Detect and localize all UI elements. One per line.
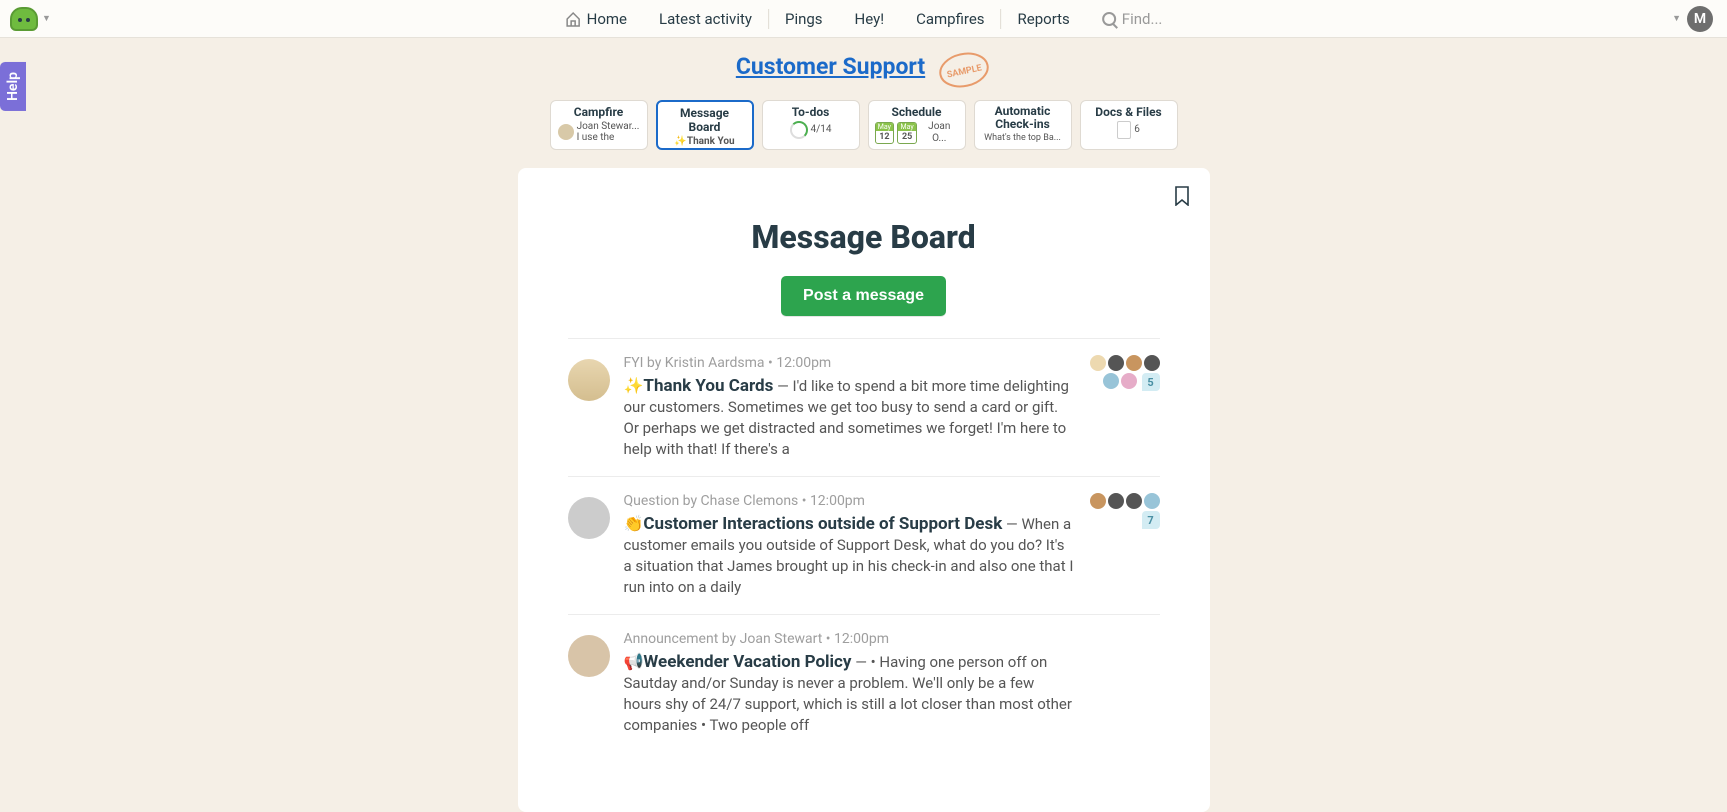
toolcard-docs-files[interactable]: Docs & Files 6 [1080, 100, 1178, 150]
top-navbar: ▼ Home Latest activity Pings Hey! Campfi… [0, 0, 1727, 38]
message-participants [1088, 631, 1160, 736]
message-meta: FYI by Kristin Aardsma • 12:00pm [624, 355, 1074, 371]
participant-avatar [1144, 355, 1160, 371]
main-content-card: Message Board Post a message FYI by Kris… [518, 168, 1210, 812]
participant-avatar [1144, 493, 1160, 509]
message-title: Weekender Vacation Policy [643, 652, 851, 672]
bookmark-button[interactable] [1174, 186, 1190, 206]
participant-avatar [1090, 493, 1106, 509]
toolcard-title: Message Board [664, 106, 746, 134]
participant-avatar [1090, 355, 1106, 371]
avatar-icon [558, 124, 574, 140]
participant-avatar [1108, 493, 1124, 509]
nav-home-label: Home [587, 10, 627, 28]
home-icon [565, 11, 581, 27]
page-title: Message Board [518, 218, 1210, 256]
project-header: Customer Support SAMPLE [0, 38, 1727, 90]
project-title-link[interactable]: Customer Support [736, 53, 925, 80]
nav-find[interactable]: Find... [1086, 0, 1179, 37]
participant-avatar [1108, 355, 1124, 371]
reply-count-badge: 5 [1142, 373, 1160, 391]
nav-home[interactable]: Home [549, 0, 643, 37]
app-logo[interactable]: ▼ [10, 7, 51, 31]
message-emoji: 👏 [624, 514, 644, 533]
reply-count-badge: 7 [1142, 511, 1160, 529]
chevron-down-icon: ▼ [1672, 13, 1681, 24]
author-avatar [568, 359, 610, 401]
document-icon [1117, 121, 1131, 139]
message-item[interactable]: Question by Chase Clemons • 12:00pm 👏Cus… [568, 476, 1160, 614]
nav-campfires[interactable]: Campfires [900, 0, 1000, 37]
author-avatar [568, 497, 610, 539]
current-user-avatar[interactable]: M [1687, 6, 1713, 32]
toolcard-schedule[interactable]: Schedule May12 May25 Joan O... [868, 100, 966, 150]
progress-ring-icon [790, 121, 808, 139]
toolcard-title: Docs & Files [1087, 105, 1171, 119]
toolcard-todos[interactable]: To-dos 4/14 [762, 100, 860, 150]
post-message-button[interactable]: Post a message [781, 276, 946, 316]
toolcard-title: To-dos [769, 105, 853, 119]
participant-avatar [1103, 373, 1119, 389]
toolcard-title: Schedule [875, 105, 959, 119]
message-item[interactable]: Announcement by Joan Stewart • 12:00pm 📢… [568, 614, 1160, 752]
participant-avatar [1126, 493, 1142, 509]
tool-cards-row: Campfire Joan Stewar... I use the Messag… [0, 100, 1727, 150]
toolcard-checkins[interactable]: Automatic Check-ins What's the top Ba... [974, 100, 1072, 150]
svg-text:SAMPLE: SAMPLE [946, 63, 983, 80]
message-title: Thank You Cards [643, 376, 773, 396]
nav-reports[interactable]: Reports [1002, 0, 1086, 37]
bookmark-icon [1174, 186, 1190, 206]
message-meta: Question by Chase Clemons • 12:00pm [624, 493, 1074, 509]
message-emoji: 📢 [624, 652, 644, 671]
search-icon [1102, 12, 1116, 26]
participant-avatar [1126, 355, 1142, 371]
message-participants: 7 [1088, 493, 1160, 598]
calendar-icon: May12 [875, 122, 895, 144]
sample-stamp-icon: SAMPLE [937, 50, 991, 90]
message-title: Customer Interactions outside of Support… [643, 514, 1002, 534]
participant-avatar [1121, 373, 1137, 389]
messages-list: FYI by Kristin Aardsma • 12:00pm ✨Thank … [568, 338, 1160, 752]
nav-latest-activity[interactable]: Latest activity [643, 0, 768, 37]
message-emoji: ✨ [624, 376, 644, 395]
message-meta: Announcement by Joan Stewart • 12:00pm [624, 631, 1074, 647]
toolcard-title: Campfire [557, 105, 641, 119]
basecamp-logo-icon [10, 7, 38, 31]
message-participants: 5 [1088, 355, 1160, 460]
chevron-down-icon: ▼ [42, 13, 51, 24]
author-avatar [568, 635, 610, 677]
nav-center: Home Latest activity Pings Hey! Campfire… [549, 0, 1179, 37]
message-item[interactable]: FYI by Kristin Aardsma • 12:00pm ✨Thank … [568, 338, 1160, 476]
toolcard-campfire[interactable]: Campfire Joan Stewar... I use the [550, 100, 648, 150]
topbar-right: ▼ M [1672, 6, 1713, 32]
toolcard-message-board[interactable]: Message Board ✨Thank You Cards — I'd [656, 100, 754, 150]
nav-pings[interactable]: Pings [769, 0, 839, 37]
nav-hey[interactable]: Hey! [839, 0, 901, 37]
toolcard-title: Automatic Check-ins [981, 105, 1065, 131]
find-placeholder: Find... [1122, 10, 1163, 28]
calendar-icon: May25 [897, 122, 917, 144]
